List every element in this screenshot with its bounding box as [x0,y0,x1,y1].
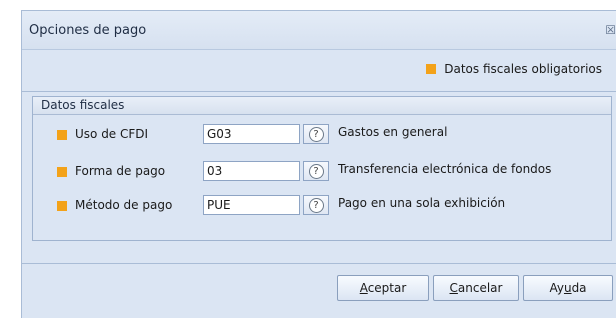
question-circle-icon: ? [308,126,324,142]
uso-cfdi-help-button[interactable]: ? [303,124,329,144]
help-mnemonic: u [563,281,572,295]
group-title: Datos fiscales [33,97,611,115]
required-bullet-icon [426,64,437,74]
forma-pago-description: Transferencia electrónica de fondos [338,162,552,176]
row-uso-cfdi: Uso de CFDI ? Gastos en general [33,124,611,146]
metodo-pago-input[interactable] [203,195,300,215]
required-bullet-icon [57,167,67,177]
forma-pago-input[interactable] [203,161,300,181]
accept-button[interactable]: Aceptar [337,275,429,301]
metodo-pago-help-button[interactable]: ? [303,195,329,215]
uso-cfdi-description: Gastos en general [338,125,448,139]
metodo-pago-description: Pago en una sola exhibición [338,196,506,210]
accept-mnemonic: A [359,281,368,295]
metodo-pago-label: Método de pago [75,198,173,212]
close-icon[interactable]: ☒ [605,23,616,37]
uso-cfdi-label: Uso de CFDI [75,127,149,141]
help-label-pre: Ay [549,281,564,295]
question-circle-icon: ? [308,197,324,213]
forma-pago-label: Forma de pago [75,164,166,178]
fiscal-data-group: Datos fiscales Uso de CFDI ? Gastos en g… [32,96,612,241]
divider [22,263,616,264]
help-button[interactable]: Ayuda [523,275,613,301]
titlebar: Opciones de pago ☒ [22,11,616,50]
required-legend-text: Datos fiscales obligatorios [444,62,602,76]
question-circle-icon: ? [308,163,324,179]
required-bullet-icon [57,201,67,211]
required-legend: Datos fiscales obligatorios [426,62,602,76]
accept-label: ceptar [367,281,407,295]
uso-cfdi-input[interactable] [203,124,300,144]
required-bullet-icon [57,130,67,140]
divider [22,91,616,92]
payment-options-dialog: Opciones de pago ☒ Datos fiscales obliga… [21,10,616,318]
dialog-title: Opciones de pago [29,23,147,38]
cancel-mnemonic: C [449,281,458,295]
row-metodo-pago: Método de pago ? Pago en una sola exhibi… [33,195,611,217]
cancel-button[interactable]: Cancelar [433,275,519,301]
forma-pago-help-button[interactable]: ? [303,161,329,181]
cancel-label: ancelar [457,281,503,295]
help-label: da [571,281,587,295]
row-forma-pago: Forma de pago ? Transferencia electrónic… [33,161,611,183]
